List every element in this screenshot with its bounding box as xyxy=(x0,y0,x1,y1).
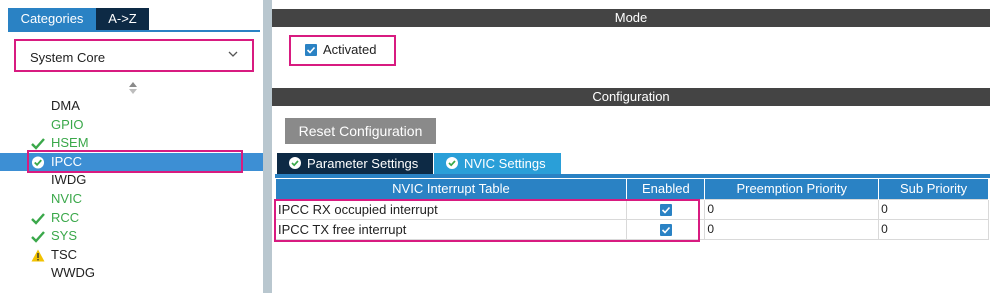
list-item-rcc[interactable]: RCC xyxy=(0,209,263,228)
interrupt-name: IPCC RX occupied interrupt xyxy=(274,198,628,220)
configuration-header: Configuration xyxy=(272,88,990,106)
list-item-hsem[interactable]: HSEM xyxy=(0,134,263,153)
tab-a-to-z[interactable]: A->Z xyxy=(96,8,149,30)
check-icon xyxy=(31,138,45,150)
tab-label: Parameter Settings xyxy=(307,156,419,171)
list-item-label: DMA xyxy=(51,98,80,113)
check-icon xyxy=(31,212,45,225)
list-item-ipcc[interactable]: IPCC xyxy=(0,152,263,172)
peripheral-list: DMA GPIO HSEM IPCC IWDG NVIC RCC SYS TSC… xyxy=(0,97,263,283)
check-icon xyxy=(306,46,316,54)
check-circle-icon xyxy=(446,157,458,169)
activated-checkbox-group[interactable]: Activated xyxy=(289,35,396,66)
peripheral-panel: Categories A->Z System Core DMA GPIO HSE… xyxy=(0,0,263,293)
preemption-priority-cell[interactable]: 0 xyxy=(704,218,880,240)
check-icon xyxy=(661,227,670,234)
list-item-nvic[interactable]: NVIC xyxy=(0,190,263,209)
reset-configuration-button[interactable]: Reset Configuration xyxy=(285,118,436,144)
list-item-label: WWDG xyxy=(51,265,96,281)
warning-icon xyxy=(31,249,45,262)
list-item-label: IPCC xyxy=(51,153,83,169)
list-item-label: SYS xyxy=(51,228,78,244)
check-circle-icon xyxy=(289,157,301,169)
column-header-sub-priority[interactable]: Sub Priority xyxy=(878,179,989,199)
check-icon xyxy=(31,231,45,243)
list-item-label: TSC xyxy=(51,246,77,262)
tab-underline xyxy=(8,30,260,32)
mode-header: Mode xyxy=(272,9,990,27)
enabled-checkbox[interactable] xyxy=(659,224,672,237)
tab-parameter-settings[interactable]: Parameter Settings xyxy=(277,153,433,174)
enabled-cell xyxy=(626,218,706,240)
panel-splitter[interactable] xyxy=(263,0,272,293)
list-item-tsc[interactable]: TSC xyxy=(0,246,263,265)
sub-priority-cell[interactable]: 0 xyxy=(878,198,989,220)
list-item-dma[interactable]: DMA xyxy=(0,97,263,116)
sort-icon[interactable] xyxy=(129,82,137,94)
tab-label: NVIC Settings xyxy=(464,156,546,171)
view-tabs: Categories A->Z xyxy=(8,8,149,30)
column-header-interrupt[interactable]: NVIC Interrupt Table xyxy=(275,179,628,199)
sub-priority-cell[interactable]: 0 xyxy=(878,218,989,240)
nvic-interrupt-table: NVIC Interrupt Table Enabled Preemption … xyxy=(274,179,989,240)
tab-underline xyxy=(275,174,990,178)
check-icon xyxy=(661,207,670,214)
list-item-wwdg[interactable]: WWDG xyxy=(0,264,263,283)
list-item-label: RCC xyxy=(51,209,80,225)
tab-categories[interactable]: Categories xyxy=(8,8,96,30)
tab-nvic-settings[interactable]: NVIC Settings xyxy=(434,153,561,174)
category-dropdown[interactable]: System Core xyxy=(14,39,254,72)
list-item-iwdg[interactable]: IWDG xyxy=(0,171,263,190)
table-row[interactable]: IPCC RX occupied interrupt 0 0 xyxy=(274,198,989,220)
list-item-label: NVIC xyxy=(51,190,83,206)
column-header-enabled[interactable]: Enabled xyxy=(626,179,706,199)
table-row[interactable]: IPCC TX free interrupt 0 0 xyxy=(274,218,989,240)
list-item-label: GPIO xyxy=(51,116,84,132)
chevron-down-icon xyxy=(228,51,238,57)
preemption-priority-cell[interactable]: 0 xyxy=(704,198,880,220)
interrupt-name: IPCC TX free interrupt xyxy=(274,218,628,240)
list-item-sys[interactable]: SYS xyxy=(0,227,263,246)
activated-label: Activated xyxy=(323,42,377,57)
category-dropdown-value: System Core xyxy=(30,50,106,65)
activated-checkbox[interactable] xyxy=(305,44,317,56)
check-circle-icon xyxy=(31,156,45,169)
list-item-label: IWDG xyxy=(51,172,87,188)
enabled-cell xyxy=(626,198,706,220)
list-item-gpio[interactable]: GPIO xyxy=(0,116,263,135)
enabled-checkbox[interactable] xyxy=(659,204,672,217)
list-item-label: HSEM xyxy=(51,135,89,151)
column-header-preemption-priority[interactable]: Preemption Priority xyxy=(704,179,880,199)
